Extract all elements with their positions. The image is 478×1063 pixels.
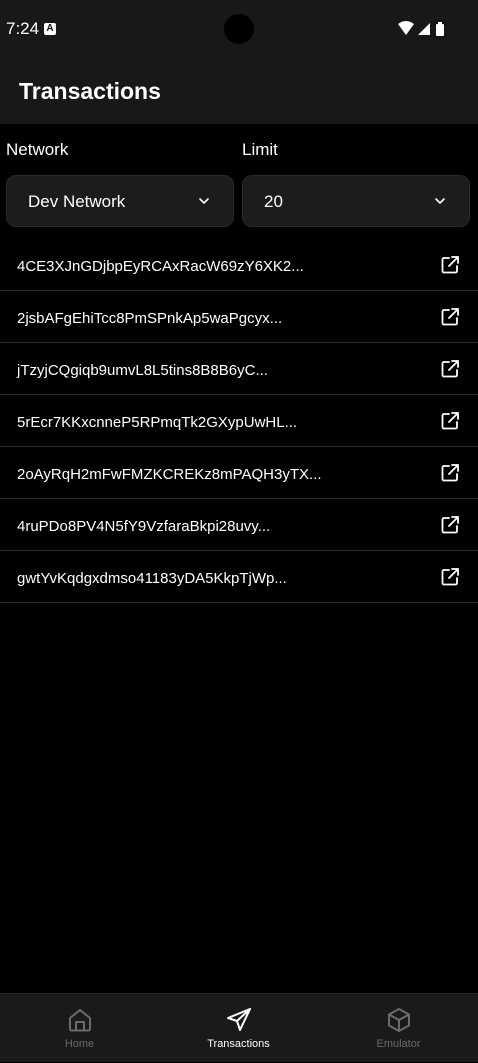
transaction-row[interactable]: 2jsbAFgEhiTcc8PmSPnkAp5waPgcyx...: [0, 291, 478, 343]
status-time: 7:24: [6, 19, 40, 38]
status-bar: 7:24 A: [0, 0, 478, 60]
transaction-id: jTzyjCQgiqb9umvL8L5tins8B8B6yC...: [17, 362, 268, 379]
external-link-icon[interactable]: [440, 411, 460, 431]
transaction-row[interactable]: 2oAyRqH2mFwFMZKCREKz8mPAQH3yTX...: [0, 447, 478, 499]
transaction-list: 4CE3XJnGDjbpEyRCAxRacW69zY6XK2... 2jsbAF…: [0, 239, 478, 603]
transaction-row[interactable]: jTzyjCQgiqb9umvL8L5tins8B8B6yC...: [0, 343, 478, 395]
transaction-id: 5rEcr7KKxcnneP5RPmqTk2GXypUwHL...: [17, 414, 298, 431]
transaction-row[interactable]: 5rEcr7KKxcnneP5RPmqTk2GXypUwHL...: [0, 395, 478, 447]
notification-a-icon: A: [44, 23, 56, 35]
battery-icon: [436, 22, 444, 36]
chevron-down-icon: [199, 198, 209, 204]
cell-signal-icon: [418, 23, 430, 35]
limit-label: Limit: [242, 140, 278, 159]
cube-icon: [388, 1008, 410, 1032]
transaction-id: gwtYvKqdgxdmso41183yDA5KkpTjWp...: [17, 570, 287, 587]
nav-item-emulator[interactable]: Emulator: [319, 994, 478, 1063]
nav-label-transactions: Transactions: [207, 1038, 270, 1050]
bottom-nav: Home Transactions Emulator: [0, 993, 478, 1062]
page-title: Transactions: [19, 78, 161, 104]
nav-item-transactions[interactable]: Transactions: [159, 994, 318, 1063]
wifi-icon: [398, 21, 414, 35]
transaction-row[interactable]: 4ruPDo8PV4N5fY9VzfaraBkpi28uvy...: [0, 499, 478, 551]
limit-select[interactable]: 20: [242, 175, 470, 227]
external-link-icon[interactable]: [440, 515, 460, 535]
external-link-icon[interactable]: [440, 463, 460, 483]
transaction-id: 2jsbAFgEhiTcc8PmSPnkAp5waPgcyx...: [17, 310, 283, 327]
status-indicators: [398, 21, 446, 37]
external-link-icon[interactable]: [440, 359, 460, 379]
external-link-icon[interactable]: [440, 255, 460, 275]
network-select[interactable]: Dev Network: [6, 175, 234, 227]
network-select-value: Dev Network: [28, 192, 126, 211]
nav-label-emulator: Emulator: [376, 1038, 421, 1050]
nav-label-home: Home: [64, 1038, 95, 1050]
transaction-row[interactable]: gwtYvKqdgxdmso41183yDA5KkpTjWp...: [0, 551, 478, 603]
limit-select-value: 20: [264, 192, 283, 211]
transaction-id: 4ruPDo8PV4N5fY9VzfaraBkpi28uvy...: [17, 518, 271, 535]
app-header: Transactions: [0, 60, 478, 124]
nav-item-home[interactable]: Home: [0, 994, 159, 1063]
home-icon: [69, 1009, 91, 1032]
send-icon: [227, 1008, 251, 1031]
network-label: Network: [6, 140, 69, 159]
chevron-down-icon: [435, 198, 445, 204]
transaction-id: 4CE3XJnGDjbpEyRCAxRacW69zY6XK2...: [17, 258, 304, 275]
external-link-icon[interactable]: [440, 307, 460, 327]
transaction-row[interactable]: 4CE3XJnGDjbpEyRCAxRacW69zY6XK2...: [0, 239, 478, 291]
transaction-id: 2oAyRqH2mFwFMZKCREKz8mPAQH3yTX...: [17, 466, 322, 483]
camera-cutout: [224, 14, 254, 44]
external-link-icon[interactable]: [440, 567, 460, 587]
